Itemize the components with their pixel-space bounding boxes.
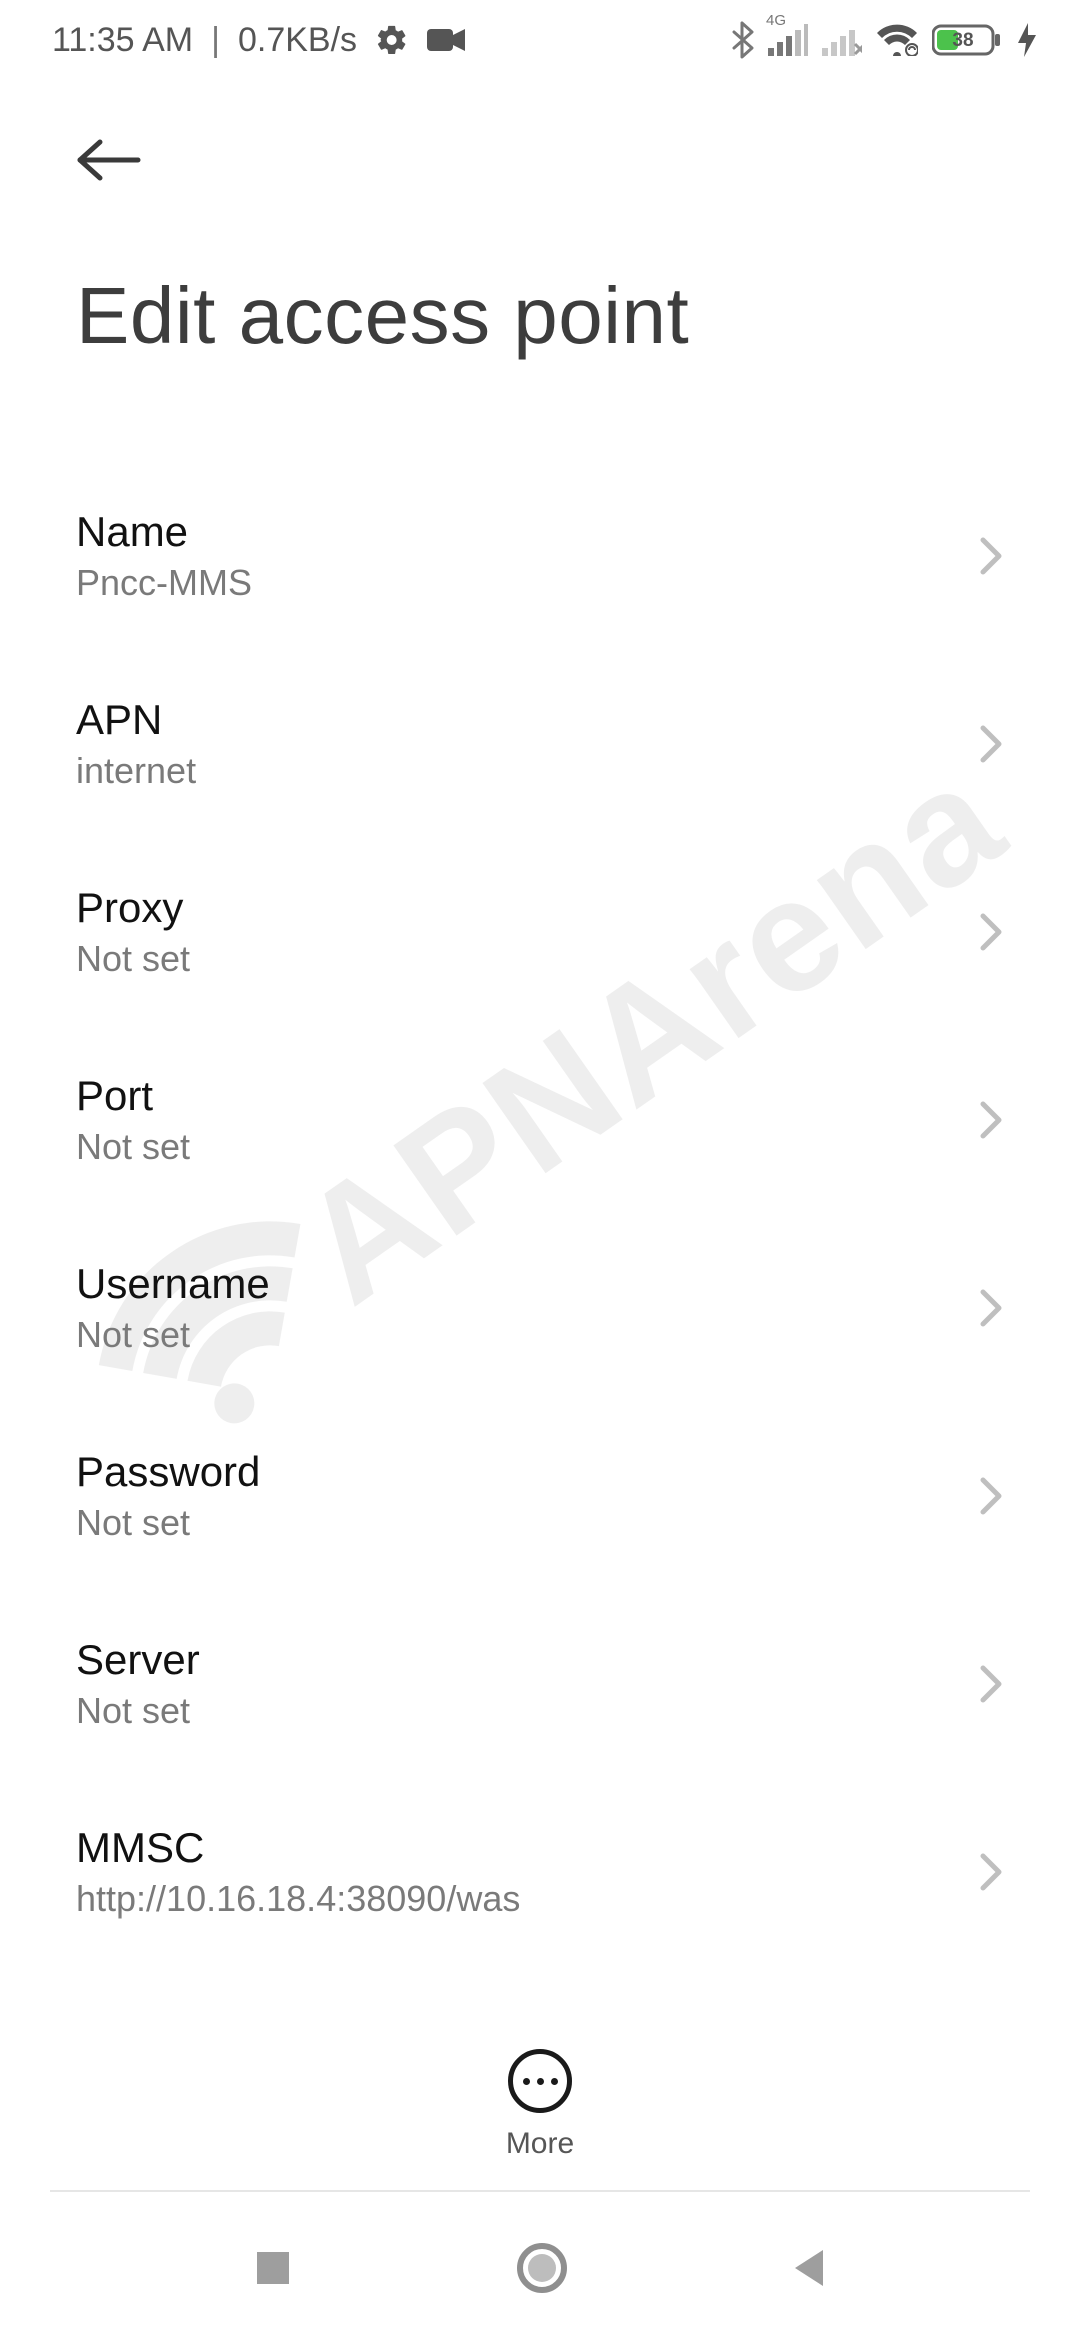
row-server[interactable]: Server Not set — [76, 1590, 1004, 1778]
more-button[interactable] — [508, 2049, 572, 2113]
camera-icon — [427, 27, 465, 53]
wifi-icon — [876, 24, 918, 56]
row-value: Not set — [76, 1690, 958, 1732]
arrow-left-icon — [76, 138, 142, 182]
settings-icon — [375, 23, 409, 57]
row-label: MMSC — [76, 1824, 958, 1872]
chevron-right-icon — [978, 1663, 1004, 1705]
bottom-divider — [50, 2190, 1030, 2192]
system-nav-bar — [0, 2195, 1080, 2340]
more-label: More — [506, 2127, 574, 2161]
status-network-speed: 0.7KB/s — [238, 21, 357, 60]
row-value: Not set — [76, 1314, 958, 1356]
chevron-right-icon — [978, 1475, 1004, 1517]
bottom-tab: More — [0, 2015, 1080, 2195]
page-title: Edit access point — [76, 270, 1004, 362]
row-value: Pncc-MMS — [76, 562, 958, 604]
more-dots-icon — [523, 2078, 530, 2085]
row-apn[interactable]: APN internet — [76, 650, 1004, 838]
row-value: Not set — [76, 1502, 958, 1544]
status-separator: | — [211, 21, 220, 60]
status-time: 11:35 AM — [52, 21, 193, 60]
row-value: Not set — [76, 938, 958, 980]
signal-4g-icon: 4G — [768, 24, 808, 56]
row-label: Port — [76, 1072, 958, 1120]
row-label: Server — [76, 1636, 958, 1684]
status-bar: 11:35 AM | 0.7KB/s 4G — [0, 0, 1080, 80]
back-button[interactable] — [76, 120, 1004, 200]
charging-icon — [1018, 23, 1036, 57]
chevron-right-icon — [978, 1287, 1004, 1329]
nav-recent-button[interactable] — [251, 2246, 295, 2290]
row-label: Password — [76, 1448, 958, 1496]
battery-icon: 38 — [932, 23, 1004, 57]
row-name[interactable]: Name Pncc-MMS — [76, 462, 1004, 650]
signal-no-sim-icon — [822, 24, 862, 56]
nav-home-button[interactable] — [516, 2242, 568, 2294]
chevron-right-icon — [978, 535, 1004, 577]
row-password[interactable]: Password Not set — [76, 1402, 1004, 1590]
row-label: APN — [76, 696, 958, 744]
chevron-right-icon — [978, 1851, 1004, 1893]
row-username[interactable]: Username Not set — [76, 1214, 1004, 1402]
chevron-right-icon — [978, 723, 1004, 765]
row-label: Proxy — [76, 884, 958, 932]
chevron-right-icon — [978, 911, 1004, 953]
row-value: Not set — [76, 1126, 958, 1168]
nav-back-button[interactable] — [789, 2246, 829, 2290]
chevron-right-icon — [978, 1099, 1004, 1141]
row-value: http://10.16.18.4:38090/was — [76, 1878, 958, 1920]
svg-text:38: 38 — [952, 30, 973, 51]
row-port[interactable]: Port Not set — [76, 1026, 1004, 1214]
row-value: internet — [76, 750, 958, 792]
row-mmsc[interactable]: MMSC http://10.16.18.4:38090/was — [76, 1778, 1004, 1966]
row-label: Name — [76, 508, 958, 556]
bluetooth-icon — [730, 21, 754, 59]
row-label: Username — [76, 1260, 958, 1308]
row-proxy[interactable]: Proxy Not set — [76, 838, 1004, 1026]
settings-list: Name Pncc-MMS APN internet Proxy Not set… — [0, 462, 1080, 2154]
